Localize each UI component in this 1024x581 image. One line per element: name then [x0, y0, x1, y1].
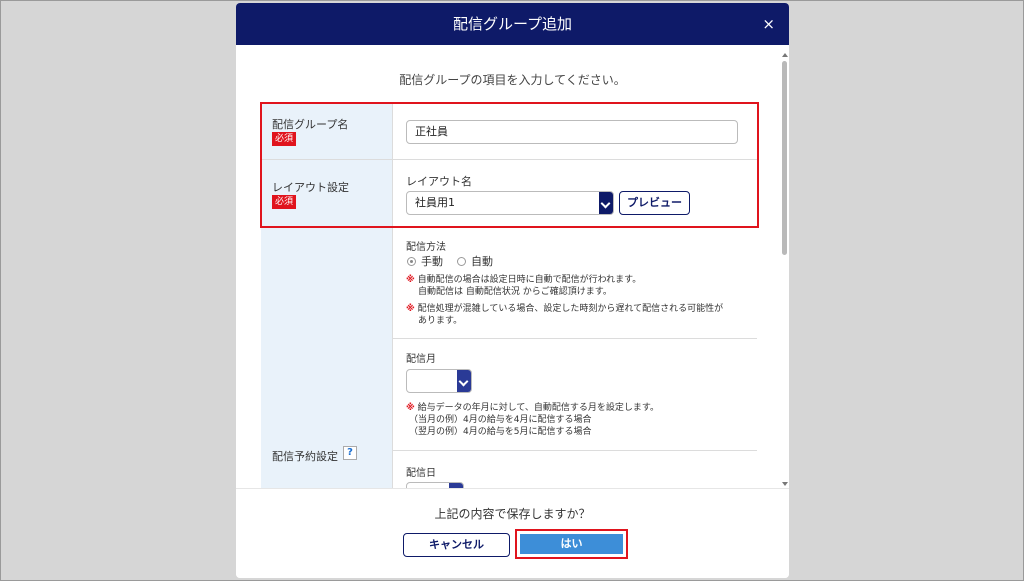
chevron-down-icon [457, 370, 471, 392]
dialog-title: 配信グループ追加 [452, 15, 573, 33]
close-icon[interactable]: × [762, 3, 775, 45]
radio-auto[interactable] [457, 257, 466, 266]
scroll-down-icon[interactable] [782, 482, 788, 486]
note-mark: ※ [406, 304, 415, 314]
note-mark: ※ [406, 275, 415, 285]
month-note-example-2: （翌月の例）4月の給与を5月に配信する場合 [409, 427, 592, 437]
instruction-text: 配信グループの項目を入力してください。 [399, 73, 626, 87]
radio-manual-label: 手動 [421, 255, 443, 268]
schedule-row: 配信予約設定 ? 配信方法 手動 自動 ※ 自動配信の場合は設定日時に自動で配信… [261, 228, 757, 488]
help-icon[interactable]: ? [343, 446, 357, 460]
yes-highlight-box: はい [515, 529, 628, 559]
month-note: ※ 給与データの年月に対して、自動配信する月を設定します。 [406, 402, 659, 414]
divider [393, 450, 757, 451]
add-group-dialog: 配信グループ追加 × 配信グループの項目を入力してください。 配信グループ名 必… [236, 3, 789, 578]
scrollbar[interactable] [780, 53, 789, 486]
confirm-text: 上記の内容で保存しますか？ [434, 507, 591, 521]
radio-manual[interactable] [407, 257, 416, 266]
day-label: 配信日 [406, 468, 436, 479]
note-line: 自動配信の場合は設定日時に自動で配信が行われます。 [417, 275, 642, 285]
yes-button[interactable]: はい [520, 534, 623, 554]
schedule-label-cell: 配信予約設定 ? [261, 228, 393, 488]
month-note-example-1: （当月の例）4月の給与を4月に配信する場合 [409, 415, 592, 425]
method-note-1-cont: 自動配信は 自動配信状況 からご確認頂けます。 [418, 287, 612, 297]
method-note-2: ※ 配信処理が混雑している場合、設定した時刻から遅れて配信される可能性が [406, 303, 723, 315]
note-line: 給与データの年月に対して、自動配信する月を設定します。 [417, 403, 660, 413]
divider [393, 338, 757, 339]
month-select[interactable] [406, 369, 472, 393]
schedule-label: 配信予約設定 [272, 450, 338, 463]
radio-auto-label: 自動 [471, 255, 493, 268]
note-line: 配信処理が混雑している場合、設定した時刻から遅れて配信される可能性が [417, 304, 724, 314]
dialog-header: 配信グループ追加 × [236, 3, 789, 45]
schedule-value-cell: 配信方法 手動 自動 ※ 自動配信の場合は設定日時に自動で配信が行われます。 自… [393, 228, 757, 488]
method-note-2-cont: あります。 [418, 316, 463, 326]
cancel-button[interactable]: キャンセル [403, 533, 510, 557]
method-label: 配信方法 [406, 242, 446, 253]
scroll-up-icon[interactable] [782, 53, 788, 57]
dialog-body[interactable]: 配信グループの項目を入力してください。 配信グループ名 必須 正社員 レイアウト… [236, 45, 789, 488]
dialog-footer: 上記の内容で保存しますか？ キャンセル はい [236, 488, 789, 578]
scrollbar-thumb[interactable] [782, 61, 787, 255]
note-mark: ※ [406, 403, 415, 413]
highlight-box [260, 102, 759, 228]
method-note-1: ※ 自動配信の場合は設定日時に自動で配信が行われます。 [406, 274, 641, 286]
month-label: 配信月 [406, 354, 436, 365]
